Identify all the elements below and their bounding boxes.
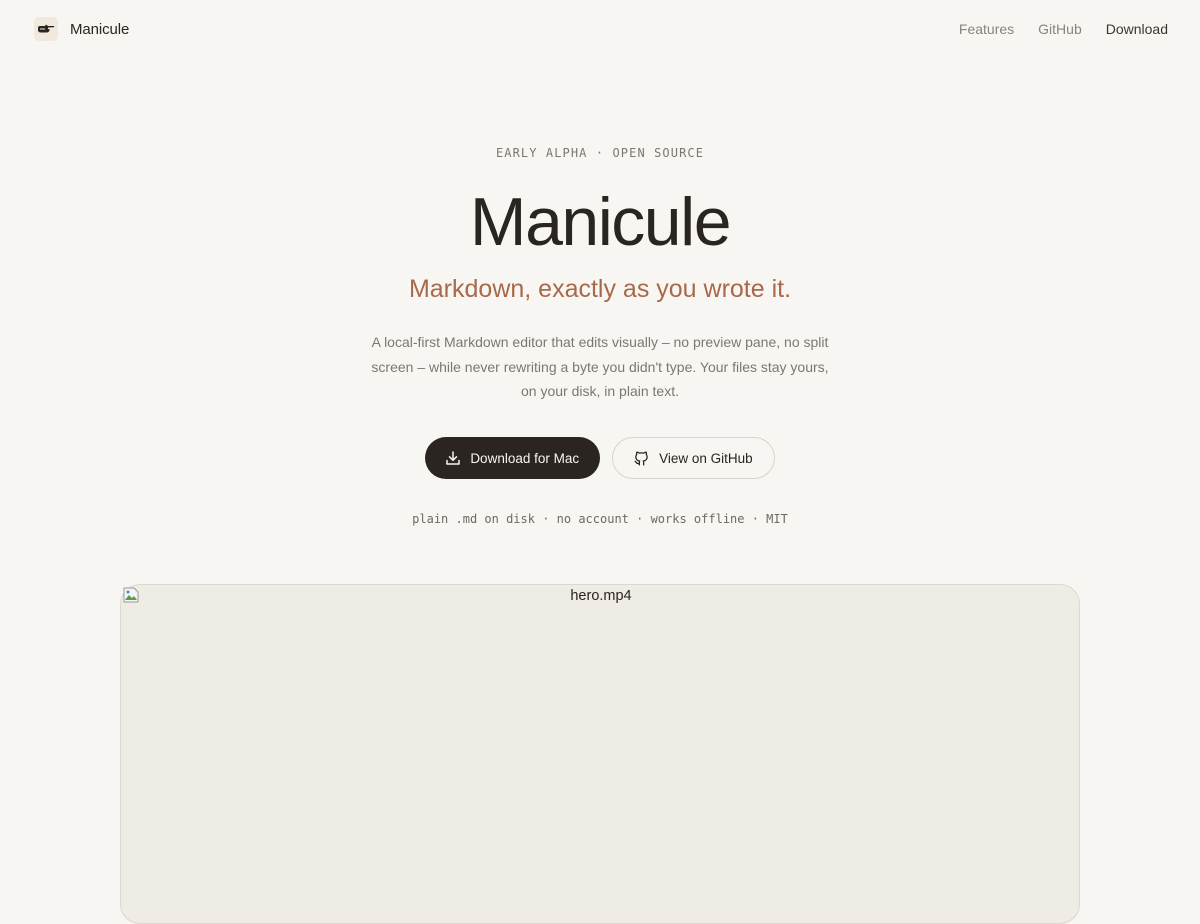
hero-video[interactable]: hero.mp4: [120, 584, 1080, 924]
github-button-label: View on GitHub: [659, 450, 753, 466]
video-alt-text: hero.mp4: [570, 588, 632, 604]
nav-link-features[interactable]: Features: [959, 21, 1014, 37]
download-for-mac-button[interactable]: Download for Mac: [425, 437, 601, 479]
view-on-github-button[interactable]: View on GitHub: [612, 437, 775, 479]
top-navigation: Manicule Features GitHub Download: [0, 0, 1200, 58]
nav-link-github[interactable]: GitHub: [1038, 21, 1082, 37]
hero-eyebrow: EARLY ALPHA · OPEN SOURCE: [495, 146, 705, 160]
hero-actions: Download for Mac View on GitHub: [0, 437, 1200, 479]
hero-title: Manicule: [469, 184, 732, 260]
brand-name: Manicule: [70, 20, 130, 38]
main-nav: Features GitHub Download: [959, 21, 1168, 37]
hero-description: A local-first Markdown editor that edits…: [371, 334, 829, 399]
nav-link-download[interactable]: Download: [1106, 21, 1168, 37]
github-icon: [633, 450, 650, 467]
download-icon: [445, 450, 461, 466]
pointing-hand-icon: [34, 17, 58, 41]
download-button-label: Download for Mac: [470, 450, 580, 466]
hero-tagline: Markdown, exactly as you wrote it.: [408, 275, 792, 303]
brand[interactable]: Manicule: [34, 17, 129, 41]
feature-facts: plain .md on disk · no account · works o…: [412, 512, 788, 526]
